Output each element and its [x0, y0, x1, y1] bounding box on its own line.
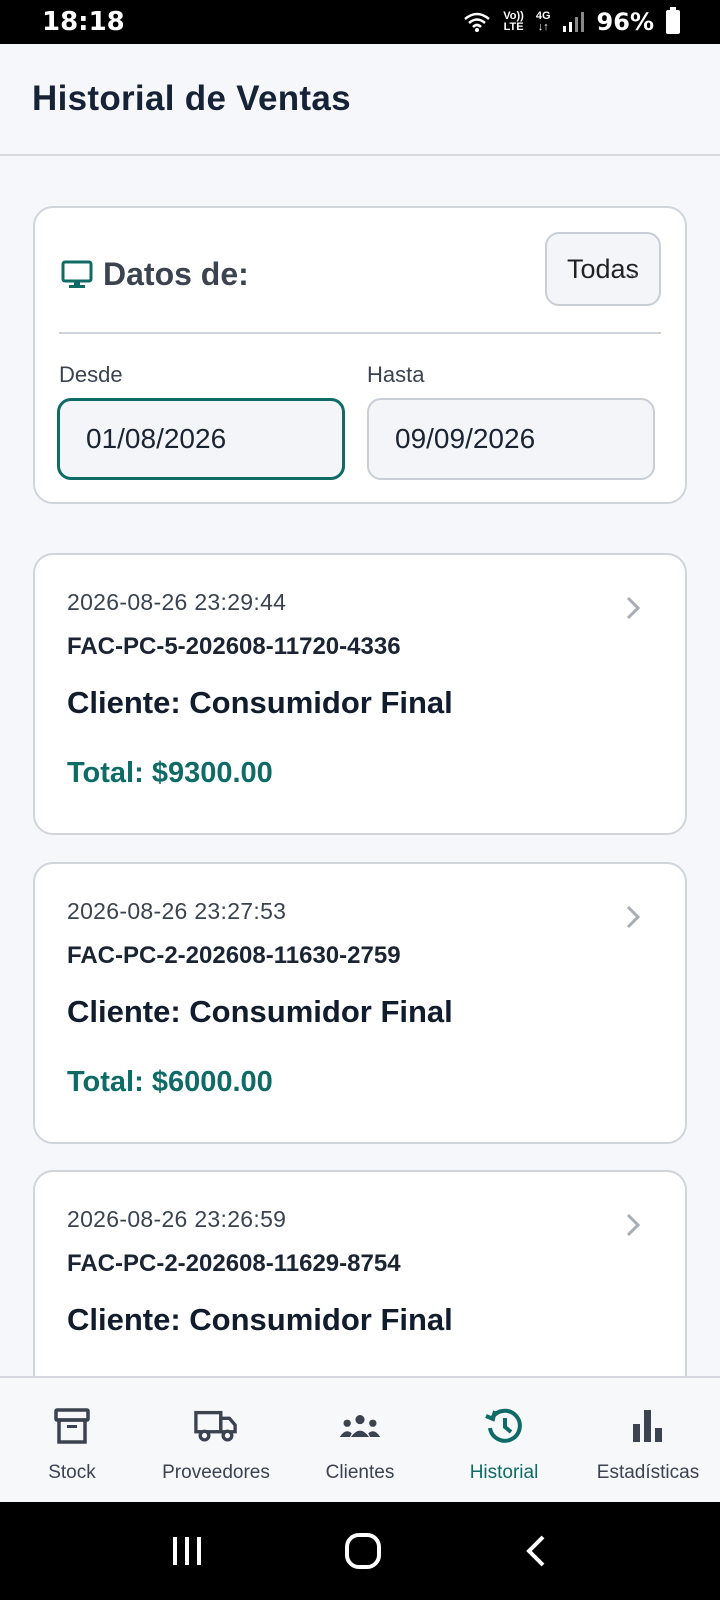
sale-invoice: FAC-PC-2-202608-11629-8754: [67, 1250, 401, 1277]
archive-icon: [50, 1404, 94, 1448]
sale-client: Cliente: Consumidor Final: [67, 685, 453, 720]
status-time: 18:18: [42, 7, 125, 37]
from-date-field[interactable]: 01/08/2026: [57, 398, 345, 480]
network-type: 4G ↓↑: [535, 10, 551, 33]
history-icon: [482, 1404, 526, 1448]
chevron-down-icon: ⌄: [627, 265, 641, 282]
sale-total: Total: $6000.00: [67, 1066, 273, 1098]
bottom-nav: Stock Proveedores Clientes Historial Est…: [0, 1376, 720, 1502]
home-icon[interactable]: [343, 1531, 383, 1571]
signal-icon: [562, 12, 584, 32]
volte-indicator: Vo)) LTE: [503, 10, 524, 33]
source-select[interactable]: Todas ⌄: [545, 232, 661, 306]
wifi-icon: [464, 12, 491, 32]
nav-label: Stock: [48, 1462, 96, 1483]
to-label: Hasta: [367, 362, 425, 387]
filter-card: Datos de: Todas ⌄ Desde Hasta 01/08/2026…: [33, 206, 687, 504]
nav-item-historial[interactable]: Historial: [432, 1378, 576, 1502]
sale-invoice: FAC-PC-5-202608-11720-4336: [67, 633, 401, 660]
sale-client: Cliente: Consumidor Final: [67, 994, 453, 1029]
battery-icon: [666, 7, 680, 34]
group-icon: [338, 1404, 382, 1448]
sale-client: Cliente: Consumidor Final: [67, 1302, 453, 1337]
nav-item-stock[interactable]: Stock: [0, 1378, 144, 1502]
status-bar: 18:18 Vo)) LTE 4G ↓↑ 96%: [0, 0, 720, 44]
page-title: Historial de Ventas: [32, 79, 351, 118]
sale-date: 2026-08-26 23:29:44: [67, 589, 287, 615]
battery-percent: 96%: [596, 8, 654, 36]
to-date-field[interactable]: 09/09/2026: [367, 398, 655, 480]
nav-label: Clientes: [325, 1462, 395, 1483]
sale-card[interactable]: 2026-08-26 23:29:44 FAC-PC-5-202608-1172…: [33, 553, 687, 835]
sale-date: 2026-08-26 23:27:53: [67, 898, 287, 924]
nav-label: Historial: [469, 1462, 539, 1483]
nav-item-estadisticas[interactable]: Estadísticas: [576, 1378, 720, 1502]
sale-date: 2026-08-26 23:26:59: [67, 1206, 287, 1232]
back-icon[interactable]: [521, 1533, 551, 1569]
nav-label: Estadísticas: [596, 1462, 700, 1483]
nav-item-clientes[interactable]: Clientes: [288, 1378, 432, 1502]
filter-header: Datos de:: [61, 256, 249, 293]
filter-label: Datos de:: [103, 256, 249, 292]
chevron-right-icon: [626, 1213, 641, 1237]
chevron-right-icon: [626, 905, 641, 929]
bar-chart-icon: [626, 1404, 670, 1448]
divider: [59, 332, 661, 334]
sale-total: Total: $9300.00: [67, 757, 273, 789]
chevron-right-icon: [626, 596, 641, 620]
from-label: Desde: [59, 362, 123, 387]
recent-apps-icon[interactable]: [169, 1533, 205, 1569]
monitor-icon: [61, 260, 93, 288]
app-header: Historial de Ventas: [0, 44, 720, 156]
system-nav-bar: [0, 1502, 720, 1600]
status-icons: Vo)) LTE 4G ↓↑ 96%: [463, 7, 680, 36]
sale-card[interactable]: 2026-08-26 23:27:53 FAC-PC-2-202608-1163…: [33, 862, 687, 1144]
sale-invoice: FAC-PC-2-202608-11630-2759: [67, 942, 401, 969]
truck-icon: [194, 1404, 238, 1448]
nav-item-proveedores[interactable]: Proveedores: [144, 1378, 288, 1502]
nav-label: Proveedores: [162, 1462, 270, 1483]
